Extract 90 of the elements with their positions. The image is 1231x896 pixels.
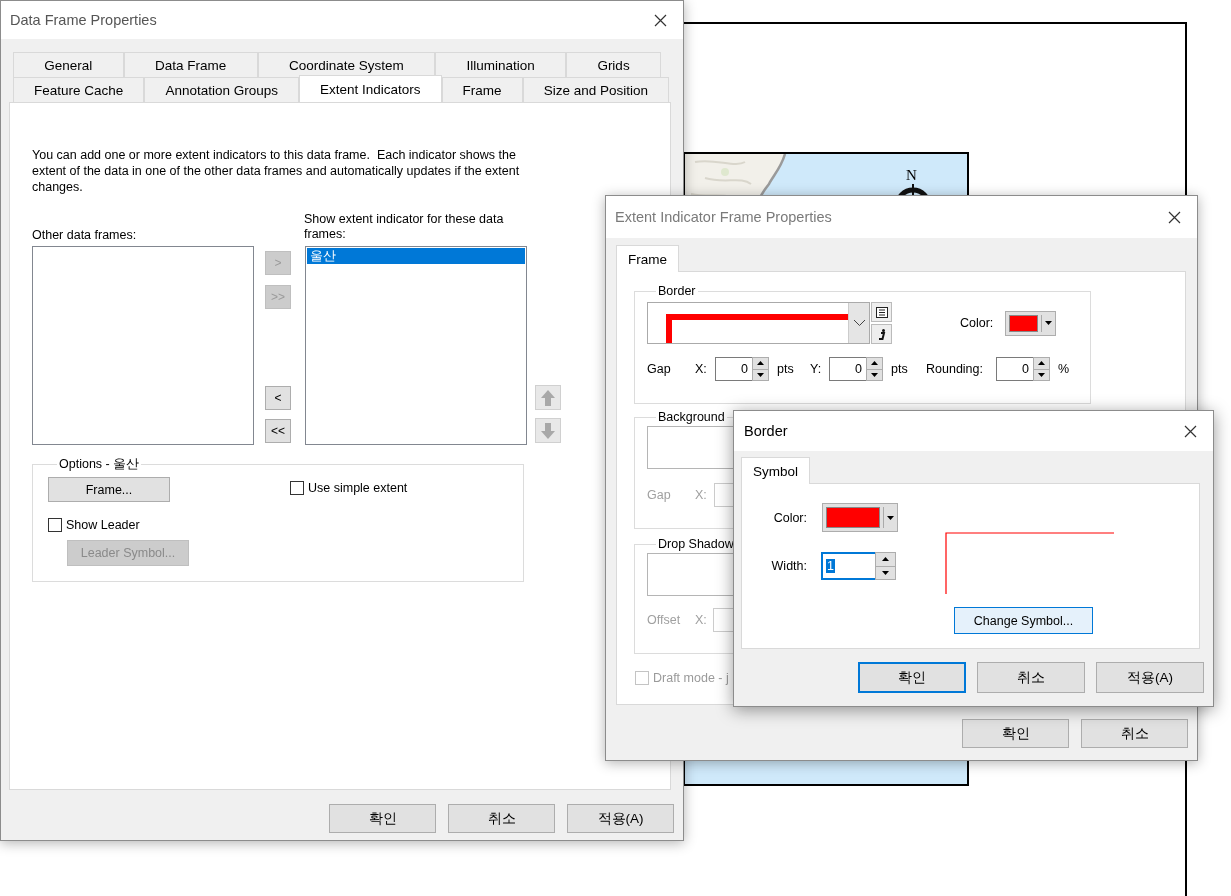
spin-down-button[interactable] [1034, 369, 1049, 380]
ok-button[interactable]: 확인 [962, 719, 1069, 748]
list-item[interactable]: 울산 [307, 248, 525, 264]
unit-label: % [1058, 362, 1070, 376]
tab[interactable]: General [13, 52, 124, 77]
symbol-properties-button[interactable] [871, 302, 892, 322]
apply-button[interactable]: 적용(A) [567, 804, 674, 833]
field-value: 1 [826, 559, 835, 573]
gap-label: Gap [647, 488, 672, 502]
tab[interactable]: Extent Indicators [299, 75, 442, 102]
up-triangle-icon [871, 361, 878, 366]
spin-up-button[interactable] [876, 553, 895, 567]
tab[interactable]: Feature Cache [13, 77, 145, 102]
arrow-up-icon [541, 389, 555, 406]
list-label: Show extent indicator for these data frames: [304, 212, 505, 242]
list-label: Other data frames: [32, 228, 138, 242]
gap-label: Gap [647, 362, 672, 376]
x-label: X: [695, 362, 708, 376]
arrow-down-icon [541, 422, 555, 439]
list-icon [875, 306, 888, 318]
up-triangle-icon [757, 361, 764, 366]
up-triangle-icon [1038, 361, 1045, 366]
color-label: Color: [772, 510, 807, 525]
number-field[interactable]: 0 [829, 357, 866, 381]
group-title: Background [657, 410, 726, 424]
tab[interactable]: Grids [566, 52, 661, 77]
down-triangle-icon [871, 372, 878, 377]
checkbox-label: Show Leader [66, 518, 140, 532]
up-triangle-icon [882, 557, 889, 562]
unit-label: pts [777, 362, 795, 376]
window-title: Extent Indicator Frame Properties [615, 209, 832, 225]
checkbox[interactable] [48, 518, 62, 532]
y-label: Y: [810, 362, 823, 376]
tab[interactable]: Annotation Groups [144, 77, 299, 102]
north-label: N [906, 167, 917, 184]
chevron-down-icon [853, 320, 865, 326]
tab[interactable]: Size and Position [522, 77, 670, 102]
down-triangle-icon [882, 570, 889, 575]
group-title: Drop Shadow [657, 537, 735, 551]
number-field[interactable]: 0 [715, 357, 752, 381]
close-icon[interactable] [1183, 424, 1197, 438]
spin-up-button[interactable] [753, 358, 768, 370]
color-label: Color: [960, 316, 994, 330]
color-dropdown[interactable] [1005, 310, 1057, 336]
group-title: Options - 울산 [58, 456, 141, 473]
cancel-button[interactable]: 취소 [1081, 719, 1188, 748]
info-button[interactable] [871, 324, 892, 344]
unit-label: pts [891, 362, 909, 376]
ok-button[interactable]: 확인 [329, 804, 436, 833]
shown-frames-list[interactable]: 울산 [305, 246, 527, 445]
tab[interactable]: Data Frame [123, 52, 258, 77]
cancel-button[interactable]: 취소 [448, 804, 555, 833]
x-label: X: [695, 613, 708, 627]
tab[interactable]: Frame [616, 245, 679, 272]
down-triangle-icon [1045, 321, 1053, 325]
number-field[interactable]: 0 [996, 357, 1033, 381]
checkbox-label: Draft mode - j [653, 671, 729, 685]
offset-label: Offset [647, 613, 682, 627]
spin-up-button[interactable] [867, 358, 882, 370]
info-icon [877, 328, 886, 340]
checkbox-label: Use simple extent [308, 481, 408, 495]
spin-up-button[interactable] [1034, 358, 1049, 370]
apply-button[interactable]: 적용(A) [1096, 662, 1204, 693]
frame-button[interactable]: Frame... [48, 477, 170, 502]
tab[interactable]: Illumination [435, 52, 567, 77]
group-title: Border [657, 284, 697, 298]
ok-button[interactable]: 확인 [858, 662, 966, 693]
tab[interactable]: Frame [441, 77, 523, 102]
down-triangle-icon [887, 515, 894, 520]
description-text: You can add one or more extent indicators to this data frame. Each indicator shows the extent of the data in one of the other data frames and automatically updates if the extent changes. [32, 147, 521, 195]
x-label: X: [695, 488, 708, 502]
close-icon[interactable] [1167, 210, 1181, 224]
checkbox[interactable] [290, 481, 304, 495]
tab[interactable]: Symbol [741, 457, 810, 484]
close-icon[interactable] [653, 13, 667, 27]
tab[interactable]: Coordinate System [257, 52, 436, 77]
down-triangle-icon [1038, 372, 1045, 377]
spin-down-button[interactable] [753, 369, 768, 380]
spin-down-button[interactable] [867, 369, 882, 380]
down-triangle-icon [757, 372, 764, 377]
change-symbol-button[interactable]: Change Symbol... [954, 607, 1093, 634]
rounding-label: Rounding: [926, 362, 984, 376]
move-button[interactable]: < [265, 386, 291, 410]
width-field[interactable]: 1 [821, 552, 875, 580]
window-title: Border [744, 423, 788, 439]
move-button[interactable]: << [265, 419, 291, 443]
window-title: Data Frame Properties [10, 12, 157, 28]
cancel-button[interactable]: 취소 [977, 662, 1085, 693]
width-label: Width: [770, 559, 807, 573]
color-dropdown[interactable] [822, 503, 898, 532]
